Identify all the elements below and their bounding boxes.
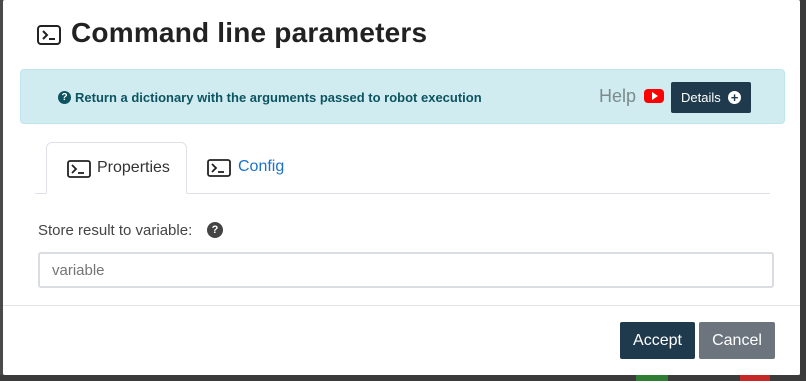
footer-divider [3,305,800,306]
terminal-icon [67,160,91,178]
question-circle-icon: ? [58,91,71,104]
terminal-icon [37,25,61,45]
cancel-button[interactable]: Cancel [699,322,775,359]
youtube-icon[interactable] [644,89,664,103]
question-circle-icon[interactable]: ? [207,222,223,238]
accept-button[interactable]: Accept [620,322,695,359]
tab-properties[interactable]: Properties [46,142,187,194]
tab-bar: Properties Config [35,142,770,194]
backdrop-green-strip [636,375,668,381]
dialog-header: Command line parameters [3,0,800,68]
tab-config[interactable]: Config [195,142,295,194]
details-button-label: Details [681,90,721,105]
store-variable-label: Store result to variable: [38,222,193,239]
backdrop-bottom [0,375,806,381]
dialog-title: Command line parameters [71,17,428,48]
command-line-dialog: Command line parameters ? Return a dicti… [3,0,800,375]
help-banner: ? Return a dictionary with the arguments… [20,69,785,124]
tab-config-label: Config [238,158,285,175]
backdrop-edge [800,0,806,381]
details-button[interactable]: Details + [671,82,751,113]
help-label: Help [599,86,637,106]
tab-properties-label: Properties [97,159,170,176]
store-variable-input[interactable] [38,252,774,288]
help-description: Return a dictionary with the arguments p… [75,90,482,105]
backdrop-red-strip [740,375,770,381]
plus-circle-icon: + [728,91,741,104]
terminal-icon [207,159,231,177]
